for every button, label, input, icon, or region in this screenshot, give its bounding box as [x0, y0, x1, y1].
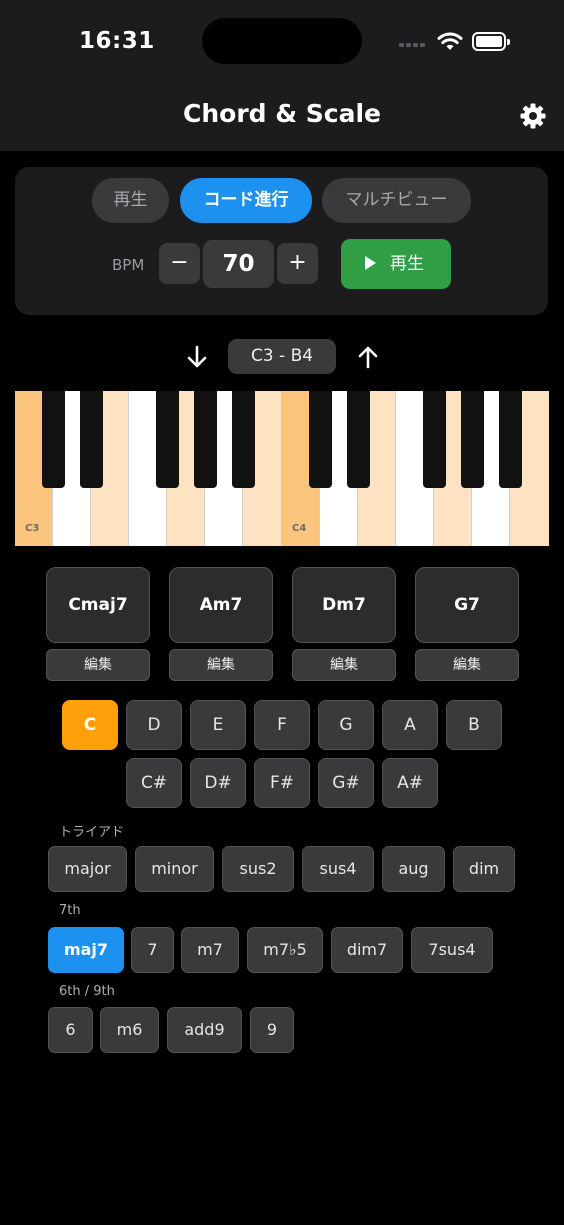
- edit-chord-1-button[interactable]: 編集: [46, 649, 150, 681]
- piano-key-c-sharp-3[interactable]: [42, 391, 65, 488]
- quality-major[interactable]: major: [48, 846, 127, 892]
- page-title: Chord & Scale: [183, 99, 381, 128]
- piano-key-c-sharp-4[interactable]: [309, 391, 332, 488]
- root-note-c[interactable]: C: [62, 700, 118, 750]
- nav-bar: Chord & Scale: [0, 85, 564, 151]
- root-note-c-sharp[interactable]: C#: [126, 758, 182, 808]
- quality-sus2[interactable]: sus2: [222, 846, 294, 892]
- bpm-label: BPM: [112, 256, 145, 274]
- arrow-down-icon[interactable]: [183, 343, 211, 371]
- bpm-value[interactable]: 70: [203, 240, 274, 288]
- quality-m6[interactable]: m6: [100, 1007, 159, 1053]
- quality-m7b5[interactable]: m7♭5: [247, 927, 323, 973]
- piano-key-d-sharp-3[interactable]: [80, 391, 103, 488]
- tab-chord-progression[interactable]: コード進行: [180, 178, 312, 223]
- quality-minor[interactable]: minor: [135, 846, 214, 892]
- status-bar: 16:31: [0, 0, 564, 85]
- key-label-c3: C3: [25, 523, 40, 534]
- quality-m7[interactable]: m7: [181, 927, 239, 973]
- root-note-f[interactable]: F: [254, 700, 310, 750]
- quality-dim7[interactable]: dim7: [331, 927, 403, 973]
- key-label-c4: C4: [292, 523, 307, 534]
- piano-keyboard[interactable]: C3 C4: [15, 391, 549, 546]
- chord-slot-4[interactable]: G7: [415, 567, 519, 643]
- chord-slot-3[interactable]: Dm7: [292, 567, 396, 643]
- root-note-d-sharp[interactable]: D#: [190, 758, 246, 808]
- root-note-b[interactable]: B: [446, 700, 502, 750]
- control-panel: 再生 コード進行 マルチビュー BPM − 70 + 再生: [15, 167, 548, 315]
- root-note-a-sharp[interactable]: A#: [382, 758, 438, 808]
- root-note-g[interactable]: G: [318, 700, 374, 750]
- quality-maj7[interactable]: maj7: [48, 927, 124, 973]
- piano-key-d-sharp-4[interactable]: [347, 391, 370, 488]
- bpm-increment-button[interactable]: +: [277, 243, 318, 284]
- play-button[interactable]: 再生: [341, 239, 451, 289]
- quality-7[interactable]: 7: [131, 927, 174, 973]
- chord-slot-2[interactable]: Am7: [169, 567, 273, 643]
- piano-key-f-sharp-4[interactable]: [423, 391, 446, 488]
- battery-icon: [472, 32, 510, 51]
- root-note-f-sharp[interactable]: F#: [254, 758, 310, 808]
- quality-7sus4[interactable]: 7sus4: [411, 927, 493, 973]
- quality-aug[interactable]: aug: [382, 846, 445, 892]
- tab-play[interactable]: 再生: [92, 178, 169, 223]
- quality-dim[interactable]: dim: [453, 846, 515, 892]
- gear-icon[interactable]: [519, 102, 547, 130]
- edit-chord-2-button[interactable]: 編集: [169, 649, 273, 681]
- play-icon: [365, 256, 376, 270]
- tab-multi-view[interactable]: マルチビュー: [322, 178, 471, 223]
- section-title-triad: トライアド: [59, 825, 125, 840]
- edit-chord-3-button[interactable]: 編集: [292, 649, 396, 681]
- chord-slot-1[interactable]: Cmaj7: [46, 567, 150, 643]
- piano-key-a-sharp-3[interactable]: [232, 391, 255, 488]
- root-note-g-sharp[interactable]: G#: [318, 758, 374, 808]
- piano-key-f-sharp-3[interactable]: [156, 391, 179, 488]
- piano-key-a-sharp-4[interactable]: [499, 391, 522, 488]
- octave-range-label: C3 - B4: [228, 339, 336, 374]
- quality-9[interactable]: 9: [250, 1007, 294, 1053]
- play-button-label: 再生: [390, 254, 424, 274]
- piano-key-g-sharp-3[interactable]: [194, 391, 217, 488]
- root-note-d[interactable]: D: [126, 700, 182, 750]
- section-title-7th: 7th: [59, 903, 81, 918]
- dynamic-island: [202, 18, 362, 64]
- edit-chord-4-button[interactable]: 編集: [415, 649, 519, 681]
- quality-add9[interactable]: add9: [167, 1007, 242, 1053]
- root-note-a[interactable]: A: [382, 700, 438, 750]
- quality-sus4[interactable]: sus4: [302, 846, 374, 892]
- piano-key-g-sharp-4[interactable]: [461, 391, 484, 488]
- status-time: 16:31: [79, 28, 155, 54]
- section-title-6th-9th: 6th / 9th: [59, 984, 115, 999]
- wifi-icon: [437, 32, 463, 50]
- cellular-signal-icon: [399, 40, 429, 48]
- root-note-e[interactable]: E: [190, 700, 246, 750]
- arrow-up-icon[interactable]: [354, 343, 382, 371]
- quality-6[interactable]: 6: [48, 1007, 93, 1053]
- bpm-decrement-button[interactable]: −: [159, 243, 200, 284]
